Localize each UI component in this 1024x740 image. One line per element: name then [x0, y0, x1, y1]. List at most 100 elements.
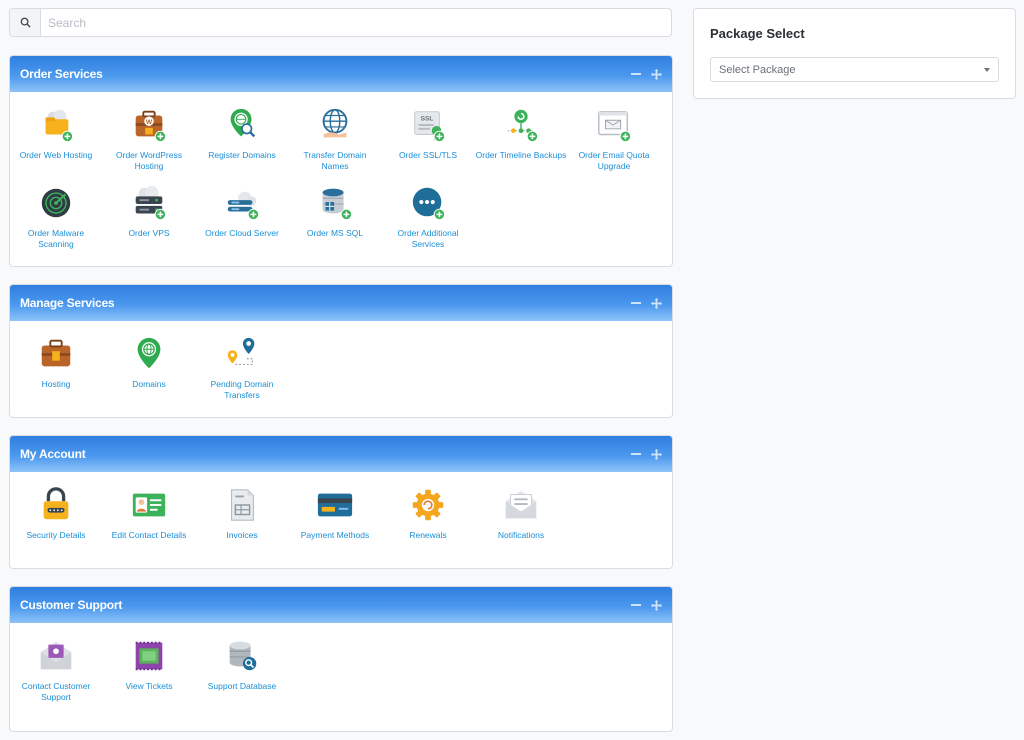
service-tile-label: Order Timeline Backups: [475, 150, 567, 160]
panel-order-services: Order Services Order Web Hosting W Order W…: [9, 55, 673, 267]
minimize-icon[interactable]: [631, 302, 641, 304]
service-tile[interactable]: Order Web Hosting: [10, 106, 102, 161]
panel-title: Manage Services: [20, 296, 115, 310]
service-tile[interactable]: Transfer Domain Names: [289, 106, 381, 172]
service-tile-label: Order WordPress Hosting: [116, 150, 182, 171]
service-tile-label: Order VPS: [128, 228, 170, 238]
service-tile[interactable]: Payment Methods: [289, 486, 381, 541]
service-tile[interactable]: SSL Order SSL/TLS: [382, 106, 474, 161]
service-tile[interactable]: Support Database: [196, 637, 288, 692]
panel-my-account: My Account Security Details Edit Contact …: [9, 435, 673, 569]
panel-tools: [631, 297, 662, 309]
panel-header: Customer Support: [10, 587, 672, 623]
package-select-panel: Package Select Select Package: [693, 8, 1016, 99]
service-tile-label: Contact Customer Support: [21, 681, 91, 702]
minimize-icon[interactable]: [631, 453, 641, 455]
plus-badge-icon: [340, 208, 353, 221]
plus-badge-icon: [433, 208, 446, 221]
svg-text:W: W: [146, 119, 153, 126]
move-icon[interactable]: [651, 68, 662, 80]
ssl-certificate-icon: SSL: [414, 111, 446, 143]
move-icon[interactable]: [651, 297, 662, 309]
support-envelope-icon: [40, 641, 72, 670]
service-tile-label: Security Details: [26, 530, 86, 540]
service-tile[interactable]: Order Additional Services: [382, 184, 474, 250]
service-tile-label: Invoices: [226, 530, 258, 540]
service-tile[interactable]: Renewals: [382, 486, 474, 541]
service-tile-label: Order MS SQL: [306, 228, 364, 238]
service-tile-label: Renewals: [409, 530, 447, 540]
package-select-title: Package Select: [710, 26, 805, 41]
service-tile[interactable]: Hosting: [10, 335, 102, 390]
service-tile[interactable]: Register Domains: [196, 106, 288, 161]
service-tile-label: Order Additional Services: [397, 228, 459, 249]
service-tile[interactable]: Notifications: [475, 486, 567, 541]
service-tile-label: Order Cloud Server: [205, 228, 279, 238]
package-select-value: Select Package: [719, 63, 796, 76]
radar-scan-icon: [41, 188, 71, 218]
server-cloud-icon: [135, 185, 167, 221]
cloud-server-icon: [227, 191, 260, 221]
panel-manage-services: Manage Services Hosting Domains Pending Do…: [9, 284, 673, 418]
globe-hand-icon: [322, 108, 348, 138]
panel-title: Customer Support: [20, 598, 123, 612]
search-input[interactable]: [41, 10, 671, 35]
service-tile[interactable]: Order Email Quota Upgrade: [568, 106, 660, 172]
panel-tools: [631, 448, 662, 460]
service-tile[interactable]: W Order WordPress Hosting: [103, 106, 195, 172]
route-pins-icon: [227, 337, 255, 366]
move-icon[interactable]: [651, 599, 662, 611]
service-tile[interactable]: Order Timeline Backups: [475, 106, 567, 161]
service-tile[interactable]: Invoices: [196, 486, 288, 541]
service-tile[interactable]: Edit Contact Details: [103, 486, 195, 541]
search-icon: [20, 17, 31, 28]
database-windows-icon: [322, 188, 353, 221]
folder-cloud-icon: [45, 109, 74, 143]
search-button[interactable]: [10, 9, 41, 36]
invoice-icon: [230, 489, 254, 521]
minimize-icon[interactable]: [631, 73, 641, 75]
service-tile-label: Payment Methods: [300, 530, 370, 540]
panel-title: My Account: [20, 447, 86, 461]
credit-card-icon: [317, 493, 353, 517]
service-tile-label: View Tickets: [125, 681, 173, 691]
package-select-dropdown[interactable]: Select Package: [710, 57, 999, 82]
service-tile[interactable]: Pending Domain Transfers: [196, 335, 288, 401]
more-services-icon: [412, 187, 446, 221]
padlock-icon: [43, 487, 69, 520]
service-tile-label: Transfer Domain Names: [303, 150, 367, 171]
service-tile[interactable]: Order MS SQL: [289, 184, 381, 239]
chevron-down-icon: [984, 67, 990, 72]
plus-badge-icon: [619, 130, 632, 143]
globe-pin-search-icon: [230, 108, 256, 138]
service-tile-label: Order Email Quota Upgrade: [578, 150, 650, 171]
minimize-icon[interactable]: [631, 604, 641, 606]
timeline-backup-icon: [507, 109, 539, 143]
wordpress-briefcase-icon: W: [135, 110, 167, 143]
service-tile[interactable]: Order VPS: [103, 184, 195, 239]
service-tile-label: Order SSL/TLS: [398, 150, 458, 160]
service-tile[interactable]: Order Cloud Server: [196, 184, 288, 239]
panel-title: Order Services: [20, 67, 103, 81]
service-tile[interactable]: Order Malware Scanning: [10, 184, 102, 250]
service-tile[interactable]: Security Details: [10, 486, 102, 541]
service-tile-label: Order Malware Scanning: [27, 228, 85, 249]
service-tile[interactable]: Domains: [103, 335, 195, 390]
panel-tools: [631, 599, 662, 611]
move-icon[interactable]: [651, 448, 662, 460]
globe-pin-icon: [137, 337, 161, 369]
notification-envelope-icon: [505, 490, 537, 519]
svg-text:SSL: SSL: [421, 115, 434, 122]
gear-renew-icon: [412, 489, 444, 521]
service-tile[interactable]: Contact Customer Support: [10, 637, 102, 703]
panel-tools: [631, 68, 662, 80]
service-tile-label: Notifications: [497, 530, 545, 540]
ticket-icon: [135, 641, 163, 671]
service-tile-label: Support Database: [207, 681, 277, 691]
search-bar: [9, 8, 672, 37]
panel-header: My Account: [10, 436, 672, 472]
service-tile[interactable]: View Tickets: [103, 637, 195, 692]
panel-header: Manage Services: [10, 285, 672, 321]
briefcase-icon: [41, 339, 71, 367]
plus-badge-icon: [433, 130, 446, 143]
